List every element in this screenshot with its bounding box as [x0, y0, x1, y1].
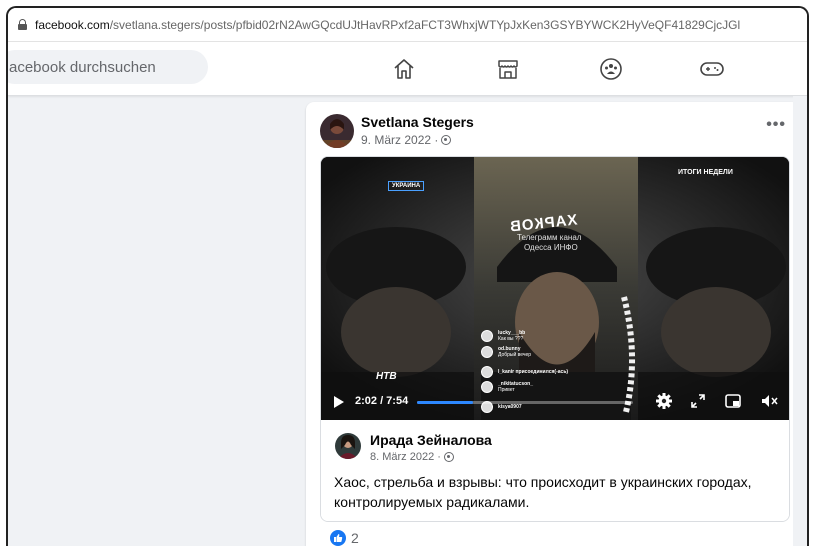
facebook-top-nav [8, 42, 807, 96]
globe-icon [441, 135, 452, 145]
video-progress-bar[interactable] [417, 401, 633, 404]
channel-logo: НТВ [376, 371, 397, 382]
shared-post[interactable]: УКРАИНА ИТОГИ НЕДЕЛИ ХАРКОВ Телеграмм ка… [320, 156, 790, 522]
scrollbar-track[interactable] [793, 96, 807, 546]
chat-line: od.bunny Добрый вечер [481, 346, 531, 358]
lock-icon [18, 19, 27, 30]
like-reaction-icon [330, 530, 346, 546]
video-tag-right: ИТОГИ НЕДЕЛИ [678, 169, 733, 176]
fullscreen-icon[interactable] [689, 392, 707, 410]
chat-msg: Как вы ??? [498, 336, 524, 342]
video-tag-left: УКРАИНА [388, 181, 425, 191]
settings-gear-icon[interactable] [655, 392, 673, 410]
video-progress-fill [417, 401, 474, 404]
author-avatar[interactable] [320, 114, 354, 148]
left-column [8, 96, 298, 546]
home-icon[interactable] [390, 55, 418, 83]
url-domain: facebook.com [35, 17, 110, 32]
globe-icon [443, 452, 454, 462]
address-bar[interactable]: facebook.com/svetlana.stegers/posts/pfbi… [8, 8, 807, 42]
more-options-button[interactable]: ••• [766, 116, 786, 134]
video-time: 2:02 / 7:54 [355, 395, 409, 407]
chat-user: l_kanir присоединился(-ась) [498, 369, 569, 375]
post-date: 9. März 2022 · [361, 133, 452, 147]
mute-icon[interactable] [761, 392, 779, 410]
play-icon[interactable] [334, 396, 344, 408]
chat-line: lucky___bb Как вы ??? [481, 330, 525, 342]
search-input[interactable] [8, 50, 208, 84]
overlay-line2: Одесса ИНФО [524, 243, 578, 252]
shared-author-avatar[interactable] [335, 433, 361, 459]
shared-post-text: Хаос, стрельба и взрывы: что происходит … [334, 474, 752, 510]
picture-in-picture-icon[interactable] [724, 392, 742, 410]
gaming-icon[interactable] [698, 55, 726, 83]
browser-window: facebook.com/svetlana.stegers/posts/pfbi… [6, 6, 809, 546]
chat-line: l_kanir присоединился(-ась) [481, 366, 568, 378]
shared-date-text[interactable]: 8. März 2022 · [370, 451, 441, 463]
shared-author-name[interactable]: Ирада Зейналова [370, 432, 492, 448]
overlay-line1: Телеграмм канал [517, 233, 582, 242]
marketplace-icon[interactable] [494, 55, 522, 83]
url-path: /svetlana.stegers/posts/pfbid02rN2AwGQcd… [109, 17, 741, 32]
url-text[interactable]: facebook.com/svetlana.stegers/posts/pfbi… [35, 18, 740, 32]
video-player[interactable]: УКРАИНА ИТОГИ НЕДЕЛИ ХАРКОВ Телеграмм ка… [321, 157, 789, 420]
post-author-name[interactable]: Svetlana Stegers [361, 114, 474, 130]
post-card: Svetlana Stegers 9. März 2022 · ••• УКРА… [306, 102, 800, 546]
shared-post-info: Ирада Зейналова 8. März 2022 · Хаос, стр… [321, 420, 789, 521]
chat-msg: Добрый вечер [498, 352, 532, 358]
shared-post-date: 8. März 2022 · [370, 451, 454, 463]
reactions-summary[interactable]: 2 [330, 530, 359, 546]
reaction-count: 2 [351, 530, 359, 546]
video-controls: 2:02 / 7:54 [321, 384, 789, 420]
groups-icon[interactable] [597, 55, 625, 83]
post-date-text[interactable]: 9. März 2022 · [361, 133, 438, 147]
